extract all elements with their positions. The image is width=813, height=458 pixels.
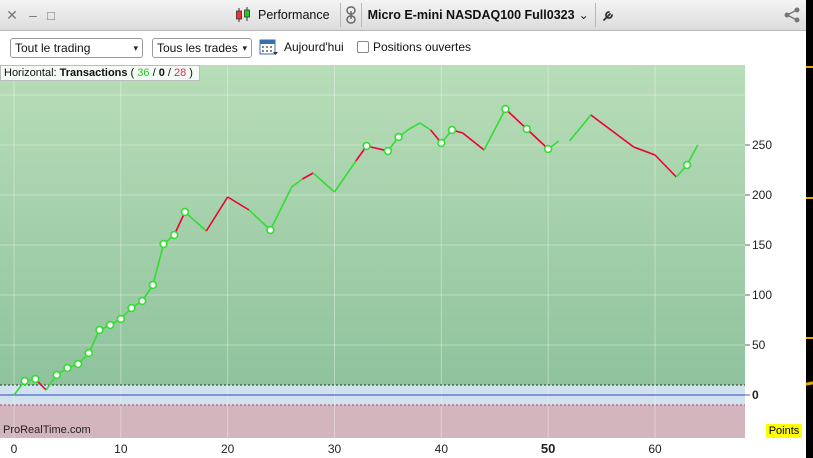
candlestick-icon [234,6,252,24]
wrench-icon [602,8,616,22]
window-titlebar: ✕ – □ Performance Micro E-mini NASDAQ100… [0,0,806,31]
open-positions-checkbox[interactable] [357,41,369,53]
link-icon [345,6,356,24]
minimize-icon: – [29,7,37,23]
open-positions-label[interactable]: Positions ouvertes [373,40,471,54]
y-tick-label: 150 [752,238,772,252]
close-button[interactable]: ✕ [0,0,24,31]
x-tick-label: 10 [114,442,128,456]
trade-marker [52,370,61,380]
trade-marker [447,125,457,135]
x-tick-label: 30 [328,442,342,456]
trade-marker [543,144,553,154]
chevron-down-icon: ⌄ [578,8,589,22]
trade-marker [170,230,179,240]
legend-winners: 36 [137,67,150,79]
trade-marker [394,132,403,142]
settings-button[interactable] [598,0,620,31]
legend-sep: / [149,67,159,79]
instrument-selector[interactable]: Micro E-mini NASDAQ100 Full0323 ⌄ [364,0,593,31]
performance-label: Performance [258,8,330,22]
share-icon [783,6,801,24]
trade-marker [148,280,158,290]
y-tick-label: 200 [752,188,772,202]
x-tick-label: 0 [11,442,18,456]
trade-marker [522,124,531,134]
minimize-button[interactable]: – [24,0,42,31]
close-icon: ✕ [6,6,18,23]
y-tick-label: 50 [752,338,766,352]
trade-marker [127,303,136,313]
trade-marker [20,376,29,386]
trade-marker [84,348,93,358]
trade-marker [159,239,168,249]
calendar-icon [259,37,279,57]
trade-marker [105,320,115,330]
share-button[interactable] [778,0,806,31]
watermark: ProRealTime.com [3,424,91,436]
x-tick-label: 60 [648,442,662,456]
y-tick-label: 100 [752,288,772,302]
y-tick-label: 0 [752,388,759,402]
trade-marker [180,207,190,217]
trade-marker [682,160,692,170]
x-tick-label: 40 [435,442,449,456]
legend-title: Transactions [59,67,128,79]
trade-marker [266,225,275,235]
trade-marker [362,141,371,151]
legend-losers: 28 [174,67,187,79]
y-tick-label: 250 [752,138,772,152]
trade-marker [437,138,446,148]
chevron-down-icon: ▾ [242,43,247,53]
points-unit-badge: Points [766,424,802,438]
instrument-label: Micro E-mini NASDAQ100 Full0323 [367,8,575,22]
x-tick-label: 50 [541,441,555,456]
trade-marker [383,146,393,156]
titlebar-divider [594,3,596,27]
legend-prefix: Horizontal: [4,67,60,79]
trading-select[interactable]: Tout le trading ▾ [10,38,143,58]
titlebar-divider [339,3,341,27]
trade-marker [73,359,83,369]
chevron-down-icon: ▾ [133,43,138,53]
legend-open: ( [127,67,138,79]
trade-marker [116,314,126,324]
trade-marker [63,363,72,373]
date-picker-button[interactable] [259,37,279,57]
trade-marker [501,104,510,114]
trades-select[interactable]: Tous les trades ▾ [152,38,252,58]
maximize-button[interactable]: □ [42,0,60,31]
performance-tab[interactable]: Performance [230,0,334,31]
adjacent-panel-edge [805,0,813,458]
trade-marker [31,374,40,384]
x-tick-label: 20 [221,442,235,456]
titlebar-divider [360,3,362,27]
chart-legend: Horizontal: Transactions ( 36 / 0 / 28 ) [0,65,200,81]
legend-sep: / [164,67,174,79]
link-button[interactable] [343,0,359,31]
trades-select-value: Tous les trades [157,41,238,55]
negative-zone [0,405,745,438]
maximize-icon: □ [47,7,55,23]
equity-curve-chart[interactable]: 0 50 100 150 200 250 0 10 20 30 40 50 60 [0,65,806,458]
trading-select-value: Tout le trading [15,41,91,55]
positive-zone [0,65,745,385]
date-label: Aujourd'hui [284,40,344,54]
legend-close: ) [186,67,193,79]
trade-marker [95,325,104,335]
trade-marker [138,296,147,306]
